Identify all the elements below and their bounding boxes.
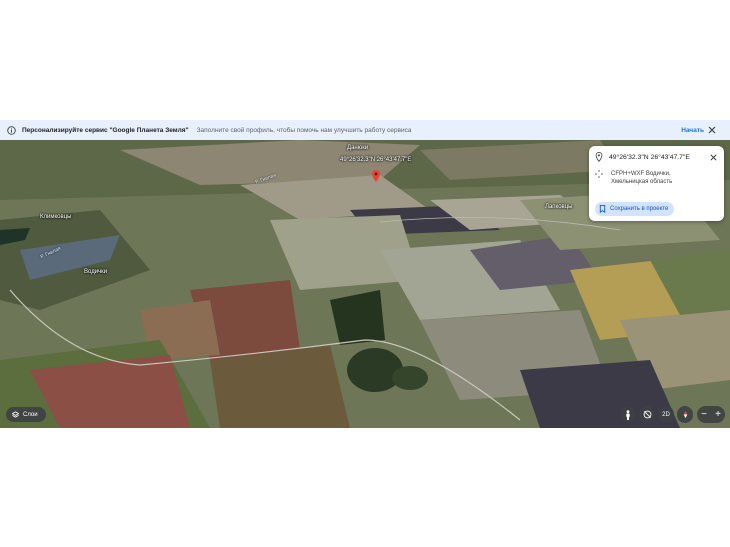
compass-icon: [683, 410, 687, 419]
view-2d-label: 2D: [662, 411, 670, 418]
layers-button[interactable]: Слои: [6, 407, 46, 422]
zoom-out-button[interactable]: −: [701, 409, 707, 420]
save-button-label: Сохранить в проекте: [610, 206, 669, 212]
zoom-control: − +: [697, 406, 725, 423]
plus-code-icon: [595, 170, 603, 178]
banner-close-icon[interactable]: [706, 124, 718, 136]
layers-label: Слои: [23, 411, 38, 418]
bookmark-icon: [599, 205, 606, 213]
no-3d-icon: [643, 410, 651, 419]
pin-coordinates-label: 49°26'32.3"N 26°43'47.7"E: [340, 157, 412, 163]
save-to-project-button[interactable]: Сохранить в проекте: [595, 202, 675, 216]
plus-code-text: CFРН+WXF Водички, Хмельницкая область: [611, 171, 673, 185]
location-pin-icon: [595, 152, 603, 162]
banner-start-link[interactable]: Начать: [681, 127, 704, 134]
location-pin-icon[interactable]: [372, 170, 380, 182]
place-label-lapkovtsy: Лапковцы: [545, 204, 573, 210]
location-info-card: 49°26'32.3"N 26°43'47.7"E CFРН+WXF Водич…: [589, 146, 724, 221]
card-coordinates: 49°26'32.3"N 26°43'47.7"E: [609, 153, 690, 161]
compass-button[interactable]: [677, 406, 693, 423]
zoom-in-button[interactable]: +: [715, 409, 721, 420]
info-icon: [6, 125, 16, 135]
pegman-button[interactable]: [621, 406, 635, 423]
toggle-3d-button[interactable]: [639, 406, 655, 423]
pegman-icon: [626, 409, 630, 420]
view-2d-button[interactable]: 2D: [658, 406, 674, 423]
place-label-danyuki: Данюки: [347, 145, 369, 151]
card-close-icon[interactable]: [708, 152, 718, 162]
layers-icon: [12, 411, 19, 418]
personalization-banner: Персонализируйте сервис "Google Планета …: [0, 120, 730, 140]
banner-subtitle: Заполните свой профиль, чтобы помочь нам…: [196, 126, 412, 134]
place-label-vodichki: Водички: [84, 269, 108, 275]
place-label-klimkovtsy: Климковцы: [40, 214, 72, 220]
banner-title: Персонализируйте сервис "Google Планета …: [22, 126, 189, 134]
